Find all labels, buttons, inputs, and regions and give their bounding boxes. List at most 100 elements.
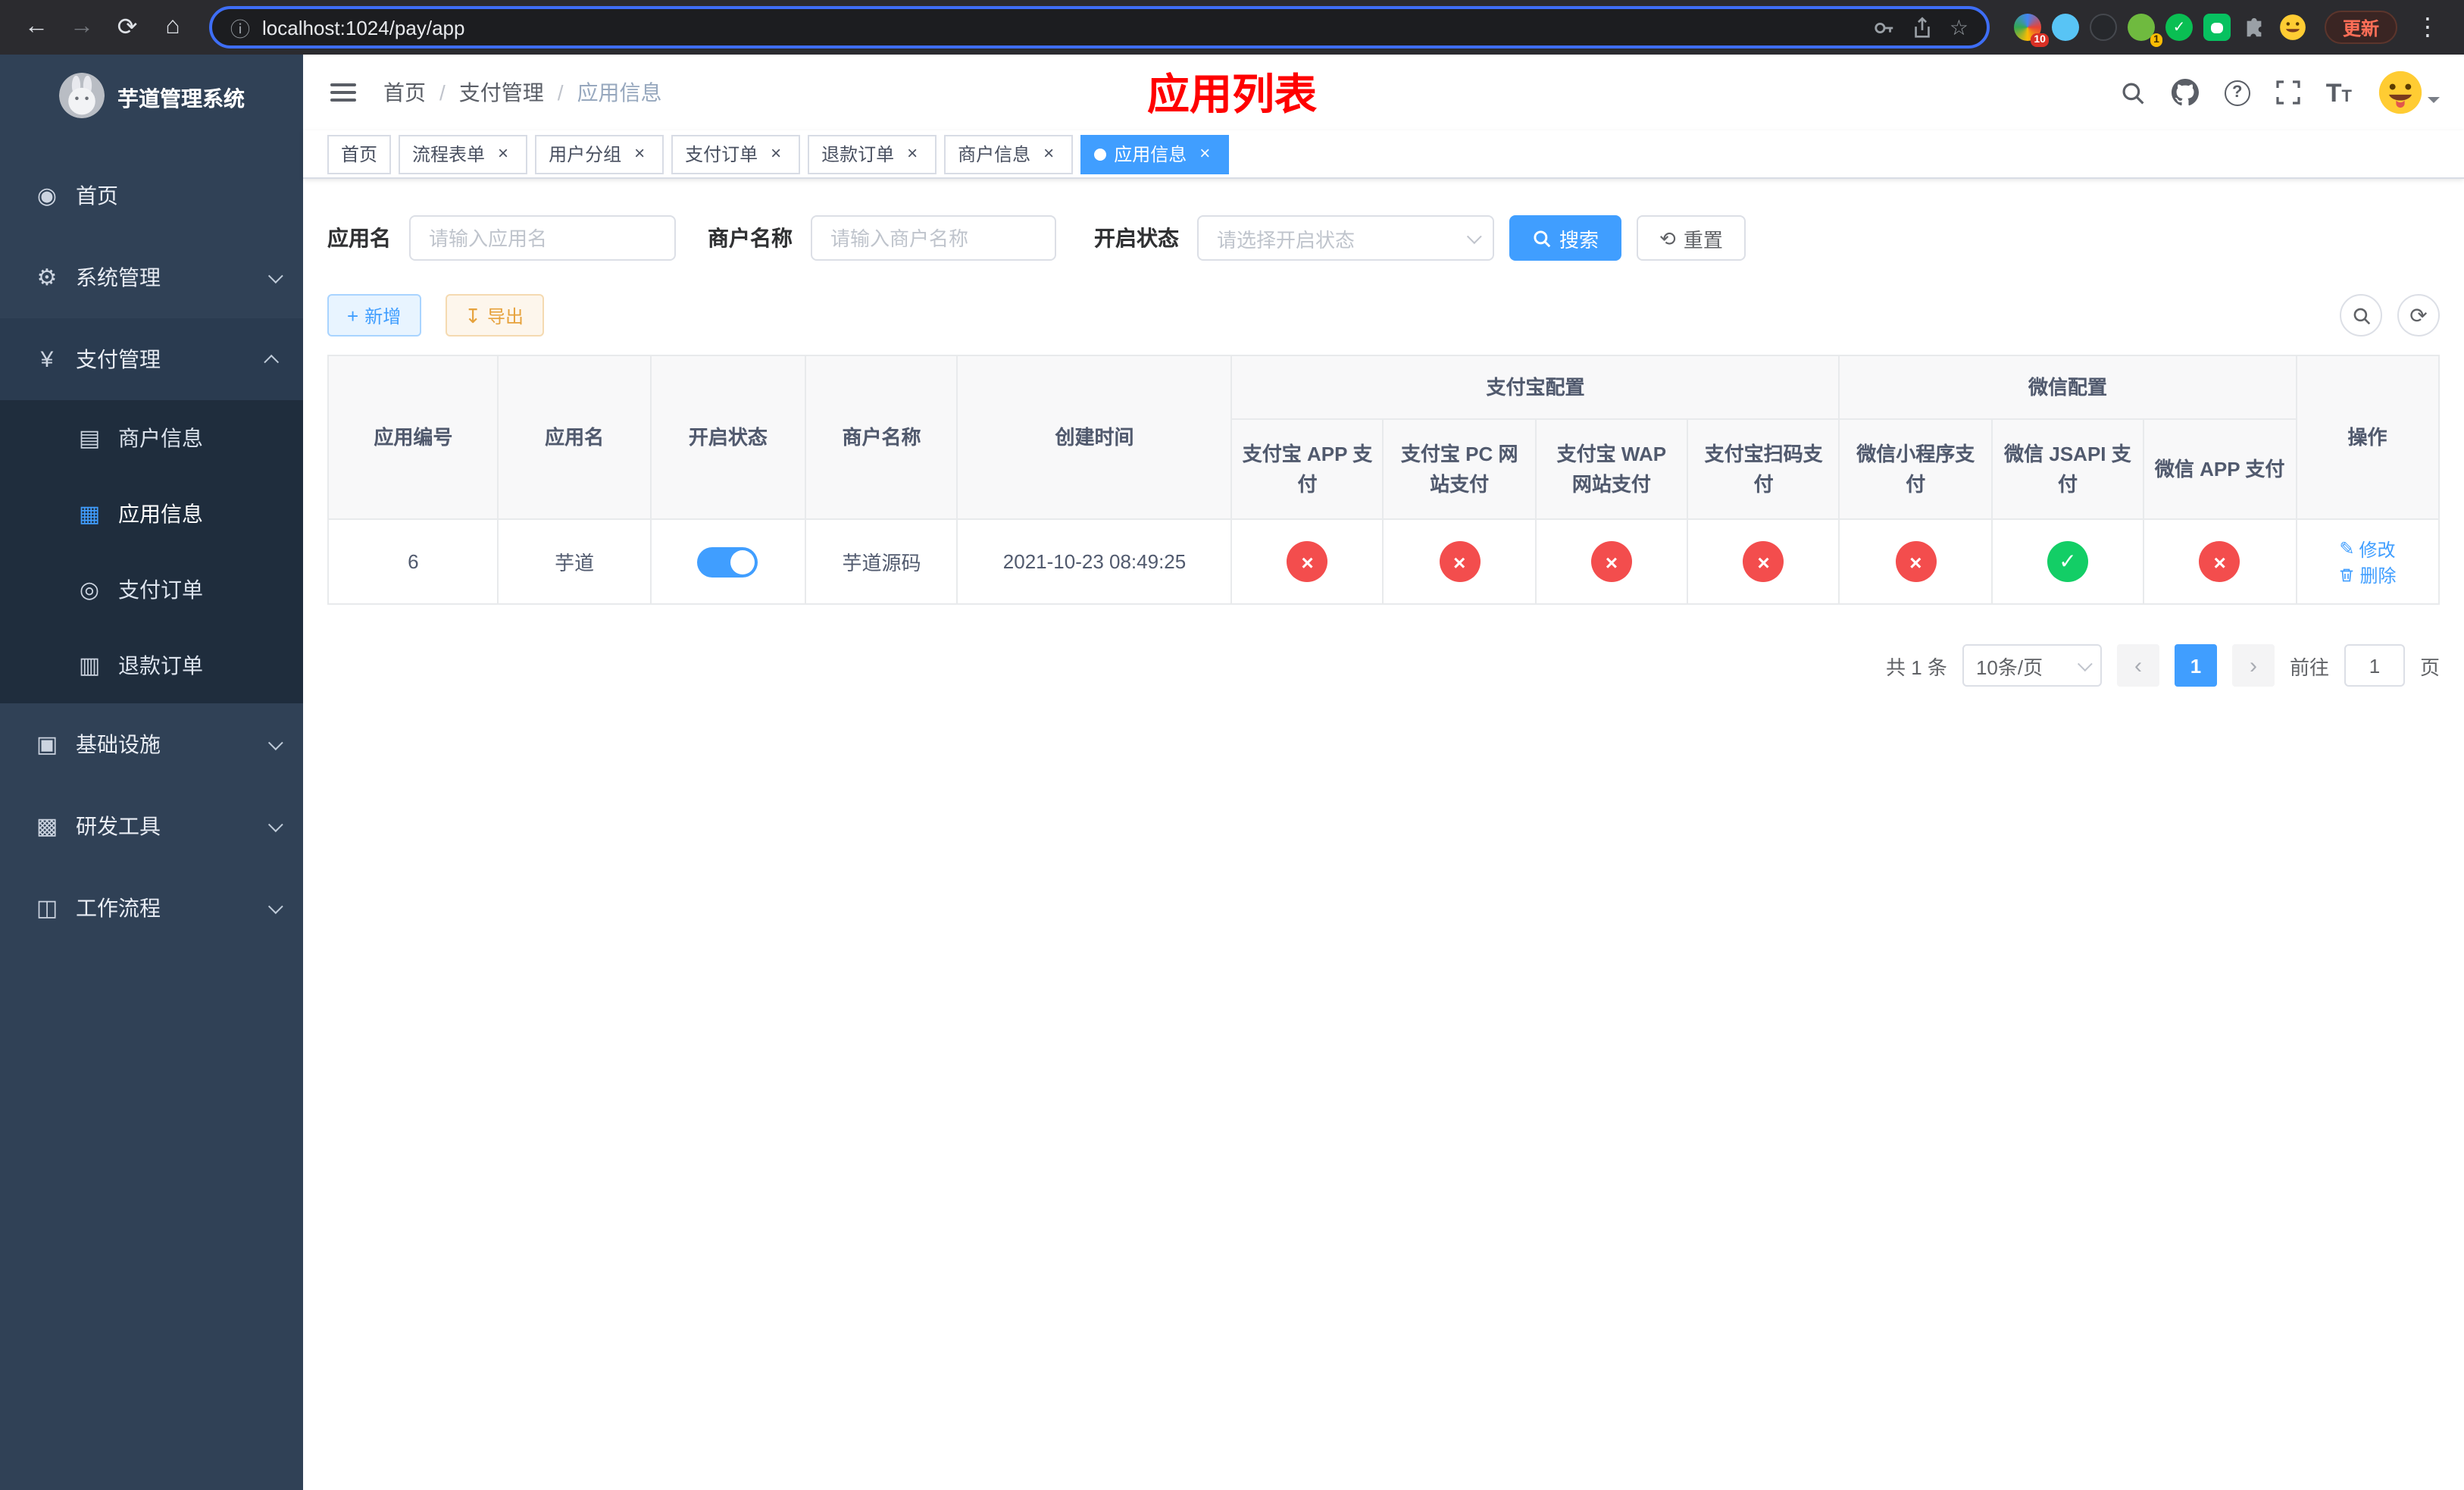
sidebar-item-home[interactable]: ◉ 首页 xyxy=(0,155,303,236)
edit-link[interactable]: ✎ 修改 xyxy=(2339,536,2395,562)
tab-home[interactable]: 首页 xyxy=(327,134,392,174)
sidebar-item-payment[interactable]: ¥ 支付管理 xyxy=(0,318,303,400)
sidebar-item-refund-orders[interactable]: ▥ 退款订单 xyxy=(0,628,303,703)
profile-avatar-icon[interactable] xyxy=(2279,14,2306,41)
extension-icon[interactable] xyxy=(2089,14,2117,41)
search-button[interactable]: 搜索 xyxy=(1509,215,1622,261)
extension-icon[interactable]: 10 xyxy=(2013,14,2049,47)
status-label: 开启状态 xyxy=(1094,226,1179,250)
status-toggle[interactable] xyxy=(697,546,758,577)
tab-merchant-info[interactable]: 商户信息 × xyxy=(944,134,1074,174)
tab-user-group[interactable]: 用户分组 × xyxy=(535,134,664,174)
dashboard-icon: ◉ xyxy=(36,183,58,209)
browser-reload-button[interactable]: ⟳ xyxy=(106,6,149,49)
gear-icon: ⚙ xyxy=(36,265,58,291)
help-icon[interactable]: ? xyxy=(2224,80,2250,105)
sidebar-item-app-info[interactable]: ▦ 应用信息 xyxy=(0,476,303,552)
sidebar-item-label: 工作流程 xyxy=(76,896,161,920)
extension-icon[interactable]: ✓ xyxy=(2165,14,2193,41)
next-page-button[interactable]: › xyxy=(2231,644,2275,687)
close-icon[interactable]: × xyxy=(492,143,514,164)
chevron-down-icon xyxy=(267,816,283,832)
extension-icon[interactable] xyxy=(2051,14,2079,41)
app-name-label: 应用名 xyxy=(327,226,391,250)
config-status-icon: × xyxy=(1439,541,1481,582)
sidebar-item-system[interactable]: ⚙ 系统管理 xyxy=(0,236,303,318)
delete-link[interactable]: 删除 xyxy=(2338,562,2397,587)
sidebar-item-payment-orders[interactable]: ◎ 支付订单 xyxy=(0,552,303,628)
github-icon[interactable] xyxy=(2171,79,2199,106)
page-content: 应用名 商户名称 开启状态 请选择开启状态 搜索 ⟲ 重置 xyxy=(303,179,2464,1490)
col-wx-jsapi: 微信 JSAPI 支付 xyxy=(1990,418,2145,520)
user-avatar[interactable] xyxy=(2378,70,2440,115)
trash-icon xyxy=(2340,568,2353,581)
edit-label: 修改 xyxy=(2359,539,2396,560)
chevron-down-icon xyxy=(267,268,283,283)
export-button-label: 导出 xyxy=(487,305,524,327)
col-created-at: 创建时间 xyxy=(956,355,1233,520)
chevron-down-icon xyxy=(267,898,283,914)
sidebar-collapse-icon[interactable] xyxy=(327,77,359,108)
share-icon[interactable] xyxy=(1912,16,1934,39)
cell-alipay-wap: × xyxy=(1534,518,1689,605)
close-icon[interactable]: × xyxy=(629,143,650,164)
extension-badge: 1 xyxy=(2150,33,2162,47)
tab-app-info[interactable]: 应用信息 × xyxy=(1080,134,1230,174)
close-icon[interactable]: × xyxy=(1038,143,1059,164)
sidebar-item-dev-tools[interactable]: ▩ 研发工具 xyxy=(0,785,303,867)
browser-menu-icon[interactable]: ⋮ xyxy=(2406,6,2449,49)
sidebar-item-merchant-info[interactable]: ▤ 商户信息 xyxy=(0,400,303,476)
toggle-search-button[interactable] xyxy=(2340,294,2382,337)
reset-button[interactable]: ⟲ 重置 xyxy=(1637,215,1746,261)
refresh-button[interactable]: ⟳ xyxy=(2397,294,2440,337)
address-bar[interactable]: ⓘ localhost:1024/pay/app ☆ xyxy=(209,6,1990,49)
font-size-icon[interactable]: TT xyxy=(2326,80,2352,105)
tab-refund-orders[interactable]: 退款订单 × xyxy=(808,134,937,174)
plus-icon: + xyxy=(347,304,359,327)
breadcrumb-home[interactable]: 首页 xyxy=(383,77,426,108)
prev-page-button[interactable]: ‹ xyxy=(2116,644,2159,687)
search-icon[interactable] xyxy=(2120,80,2146,105)
status-select[interactable]: 请选择开启状态 xyxy=(1197,215,1494,261)
config-status-icon: × xyxy=(2199,541,2240,582)
sidebar-item-workflow[interactable]: ◫ 工作流程 xyxy=(0,867,303,949)
puzzle-icon[interactable] xyxy=(2241,14,2269,41)
config-status-icon: ✓ xyxy=(2047,541,2088,582)
sidebar-item-label: 研发工具 xyxy=(76,814,161,838)
breadcrumb-payment[interactable]: 支付管理 xyxy=(459,77,544,108)
export-button[interactable]: ↧ 导出 xyxy=(445,294,544,337)
tab-payment-orders[interactable]: 支付订单 × xyxy=(671,134,801,174)
browser-forward-button[interactable]: → xyxy=(61,6,103,49)
bookmark-star-icon[interactable]: ☆ xyxy=(1950,14,1968,40)
col-alipay-pc: 支付宝 PC 网站支付 xyxy=(1382,418,1537,520)
close-icon[interactable]: × xyxy=(765,143,786,164)
site-info-icon[interactable]: ⓘ xyxy=(230,13,250,42)
tab-process-form[interactable]: 流程表单 × xyxy=(399,134,528,174)
key-icon[interactable] xyxy=(1874,16,1896,39)
close-icon[interactable]: × xyxy=(1194,143,1215,164)
fullscreen-icon[interactable] xyxy=(2276,80,2300,105)
page-number-button[interactable]: 1 xyxy=(2174,644,2217,687)
extension-icon[interactable]: 1 xyxy=(2127,14,2162,47)
close-icon[interactable]: × xyxy=(902,143,923,164)
cell-wx-app: × xyxy=(2143,518,2297,605)
tab-label: 应用信息 xyxy=(1114,144,1187,165)
browser-home-button[interactable]: ⌂ xyxy=(152,6,194,49)
active-dot-icon xyxy=(1094,148,1107,160)
wechat-extension-icon[interactable] xyxy=(2203,14,2231,41)
goto-page-input[interactable] xyxy=(2344,644,2405,687)
merchant-name-input[interactable] xyxy=(811,215,1056,261)
add-button[interactable]: + 新增 xyxy=(327,294,421,337)
config-status-icon: × xyxy=(1287,541,1328,582)
browser-back-button[interactable]: ← xyxy=(15,6,58,49)
sidebar-logo-row[interactable]: 芋道管理系统 xyxy=(0,55,303,142)
download-icon: ↧ xyxy=(464,304,482,327)
tab-label: 流程表单 xyxy=(412,144,486,165)
browser-update-button[interactable]: 更新 xyxy=(2324,11,2397,44)
refund-icon: ▥ xyxy=(78,653,101,679)
page-size-select[interactable]: 10条/页 xyxy=(1962,644,2102,687)
sidebar-item-infrastructure[interactable]: ▣ 基础设施 xyxy=(0,703,303,785)
app-name-input[interactable] xyxy=(409,215,676,261)
sidebar-item-label: 退款订单 xyxy=(118,653,203,678)
app-title: 芋道管理系统 xyxy=(117,86,245,111)
